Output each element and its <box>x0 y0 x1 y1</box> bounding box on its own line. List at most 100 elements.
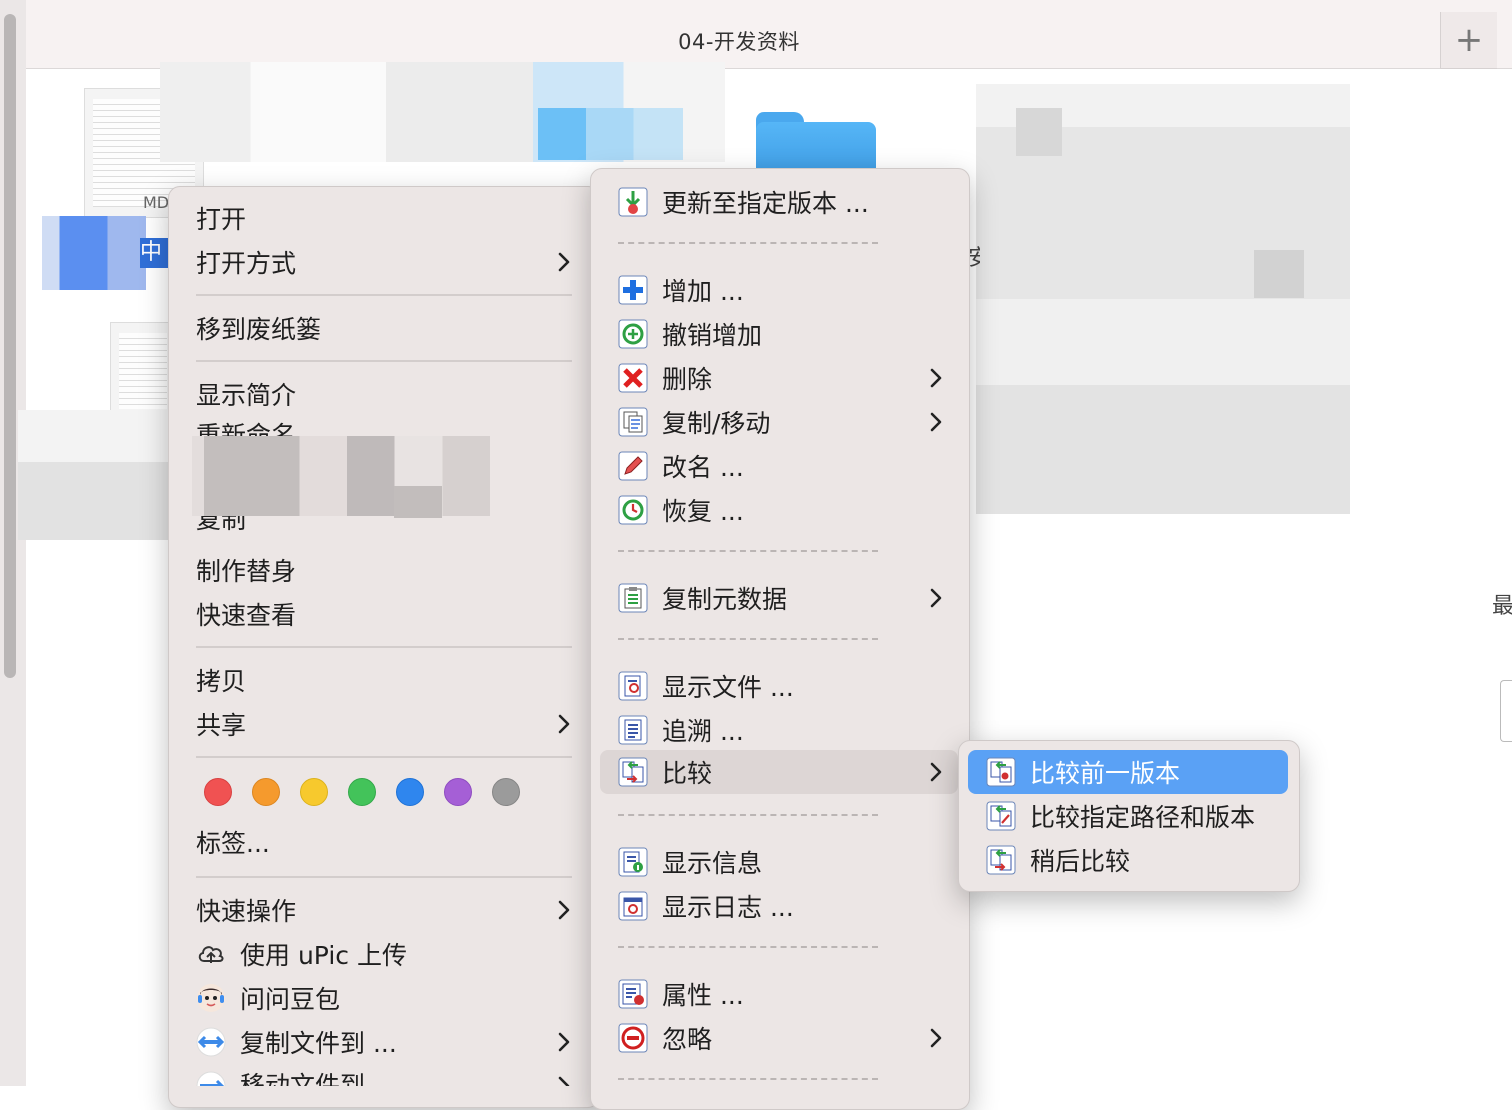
tag-gray-dot[interactable] <box>492 778 520 806</box>
svn-item-show-info[interactable]: 显示信息 <box>618 840 948 884</box>
chevron-right-icon <box>924 576 948 620</box>
redacted-region <box>394 486 442 518</box>
document-preview-icon <box>119 333 167 409</box>
add-plus-icon <box>618 275 648 305</box>
menu-item-tags[interactable]: 标签... <box>196 820 576 864</box>
menu-item-upic-upload[interactable]: 使用 uPic 上传 <box>196 932 576 976</box>
menu-separator <box>618 638 878 642</box>
menu-item-label: 改名 ... <box>662 453 744 482</box>
chevron-right-icon <box>924 1016 948 1060</box>
svn-item-rename[interactable]: 改名 ... <box>618 444 948 488</box>
menu-separator <box>196 756 572 758</box>
menu-item-label: 复制文件到 ... <box>240 1029 397 1058</box>
menu-item-get-info[interactable]: 显示简介 <box>196 372 576 416</box>
svn-item-copy-metadata[interactable]: 复制元数据 <box>618 576 948 620</box>
menu-item-copy-file-to[interactable]: 复制文件到 ... <box>196 1020 576 1064</box>
menu-item-label: 显示简介 <box>196 381 297 410</box>
menu-item-open[interactable]: 打开 <box>196 196 576 240</box>
svn-item-show-file[interactable]: 显示文件 ... <box>618 664 948 708</box>
delete-x-icon <box>618 363 648 393</box>
chevron-right-icon <box>924 750 948 794</box>
chevron-right-icon <box>552 1020 576 1064</box>
menu-separator <box>618 550 878 554</box>
svn-item-update-to-revision[interactable]: 更新至指定版本 ... <box>618 180 948 224</box>
folder-icon[interactable] <box>756 112 876 176</box>
menu-item-ask-doubao[interactable]: 问问豆包 <box>196 976 576 1020</box>
compare-item-previous-version[interactable]: 比较前一版本 <box>986 750 1286 794</box>
tag-orange-dot[interactable] <box>252 778 280 806</box>
clipboard-icon <box>618 583 648 613</box>
menu-item-label: 打开 <box>196 205 247 234</box>
sidebar-edge <box>0 0 26 1086</box>
partial-widget <box>1500 680 1512 742</box>
menu-item-label: 快速查看 <box>196 601 297 630</box>
svn-item-show-log[interactable]: 显示日志 ... <box>618 884 948 928</box>
compare-later-icon <box>986 845 1016 875</box>
copy-arrows-icon <box>196 1027 226 1057</box>
menu-item-label: 追溯 ... <box>662 717 744 746</box>
menu-item-label: 比较前一版本 <box>1030 759 1181 788</box>
menu-item-label: 显示信息 <box>662 849 763 878</box>
menu-item-label: 标签... <box>196 829 270 858</box>
menu-separator <box>618 242 878 246</box>
menu-item-share[interactable]: 共享 <box>196 702 576 746</box>
menu-item-label: 快速操作 <box>196 897 297 926</box>
menu-item-copy[interactable]: 拷贝 <box>196 658 576 702</box>
add-tab-button[interactable]: + <box>1440 12 1497 69</box>
properties-icon <box>618 979 648 1009</box>
chevron-right-icon <box>552 240 576 284</box>
menu-item-quick-actions[interactable]: 快速操作 <box>196 888 576 932</box>
menu-separator <box>196 646 572 648</box>
move-arrows-icon <box>196 1071 226 1086</box>
menu-item-rename[interactable]: 重新命名 <box>196 414 576 436</box>
svn-item-delete[interactable]: 删除 <box>618 356 948 400</box>
svn-item-properties[interactable]: 属性 ... <box>618 972 948 1016</box>
svn-item-revert-add[interactable]: 撤销增加 <box>618 312 948 356</box>
menu-item-quick-look[interactable]: 快速查看 <box>196 592 576 636</box>
info-doc-icon <box>618 847 648 877</box>
svn-item-ignore[interactable]: 忽略 <box>618 1016 948 1060</box>
copy-move-icon <box>618 407 648 437</box>
menu-item-label: 显示日志 ... <box>662 893 794 922</box>
menu-item-move-to-trash[interactable]: 移到废纸篓 <box>196 306 576 350</box>
menu-item-label: 移动文件到 <box>240 1071 366 1086</box>
tag-green-dot[interactable] <box>348 778 376 806</box>
svn-item-copy-move[interactable]: 复制/移动 <box>618 400 948 444</box>
chevron-right-icon <box>552 1064 576 1086</box>
menu-item-label: 删除 <box>662 365 713 394</box>
tag-red-dot[interactable] <box>204 778 232 806</box>
menu-item-label: 问问豆包 <box>240 985 341 1014</box>
window-titlebar: 04-开发资料 <box>26 0 1512 69</box>
tag-purple-dot[interactable] <box>444 778 472 806</box>
svn-item-add[interactable]: 增加 ... <box>618 268 948 312</box>
menu-item-open-with[interactable]: 打开方式 <box>196 240 576 284</box>
menu-item-label: 重新命名 <box>196 421 297 436</box>
window-title: 04-开发资料 <box>678 30 800 54</box>
chevron-right-icon <box>924 400 948 444</box>
menu-separator <box>618 1078 878 1082</box>
menu-item-label: 制作替身 <box>196 557 297 586</box>
menu-item-label: 比较指定路径和版本 <box>1030 803 1256 832</box>
ignore-icon <box>618 1023 648 1053</box>
menu-item-label: 增加 ... <box>662 277 744 306</box>
svn-item-blame[interactable]: 追溯 ... <box>618 708 948 752</box>
compare-item-later[interactable]: 稍后比较 <box>986 838 1286 882</box>
update-icon <box>618 187 648 217</box>
menu-separator <box>618 814 878 818</box>
show-file-icon <box>618 671 648 701</box>
menu-item-duplicate[interactable]: 复制 <box>196 516 576 542</box>
chevron-right-icon <box>552 888 576 932</box>
menu-item-label: 撤销增加 <box>662 321 763 350</box>
menu-item-label: 复制 <box>196 516 247 534</box>
menu-item-move-file-to[interactable]: 移动文件到 <box>196 1064 576 1086</box>
svn-item-revert[interactable]: 恢复 ... <box>618 488 948 532</box>
compare-item-path-and-version[interactable]: 比较指定路径和版本 <box>986 794 1286 838</box>
vertical-scrollbar[interactable] <box>4 14 16 678</box>
menu-item-make-alias[interactable]: 制作替身 <box>196 548 576 592</box>
svn-item-compare[interactable]: 比较 <box>618 750 948 794</box>
redacted-region <box>18 410 178 540</box>
revert-icon <box>618 495 648 525</box>
tag-blue-dot[interactable] <box>396 778 424 806</box>
tag-yellow-dot[interactable] <box>300 778 328 806</box>
file-thumbnail[interactable] <box>110 322 176 420</box>
